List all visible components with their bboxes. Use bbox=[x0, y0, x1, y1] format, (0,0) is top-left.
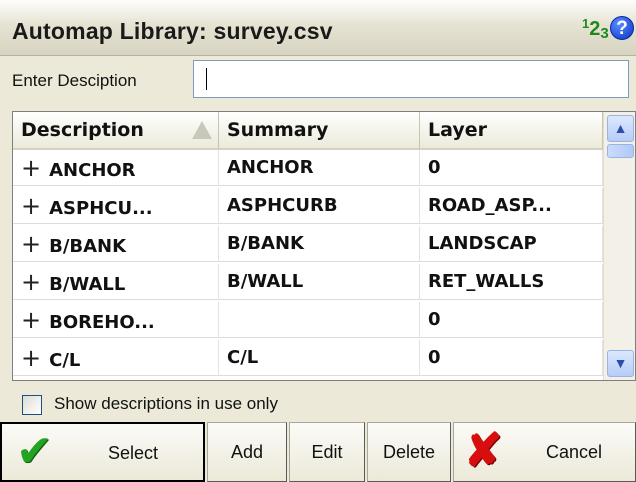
column-header-description[interactable]: Description bbox=[13, 112, 219, 150]
row-description: B/WALL bbox=[49, 274, 126, 295]
cancel-x-icon: ✘ bbox=[464, 424, 503, 476]
row-layer: 0 bbox=[420, 340, 603, 376]
row-layer: LANDSCAP bbox=[420, 226, 603, 262]
scroll-thumb[interactable] bbox=[607, 144, 634, 158]
table-row[interactable]: + BOREHO... 0 bbox=[13, 302, 603, 338]
row-layer: RET_WALLS bbox=[420, 264, 603, 300]
description-label: Enter Desciption bbox=[12, 71, 137, 90]
table-row[interactable]: + ASPHCU... ASPHCURB ROAD_ASP... bbox=[13, 188, 603, 224]
column-header-summary[interactable]: Summary bbox=[219, 112, 420, 150]
add-button[interactable]: Add bbox=[207, 422, 287, 482]
scroll-up-icon[interactable]: ▲ bbox=[607, 115, 634, 142]
expand-plus-icon[interactable]: + bbox=[21, 154, 41, 182]
row-summary: B/WALL bbox=[219, 264, 420, 300]
row-layer: 0 bbox=[420, 150, 603, 186]
row-summary: C/L bbox=[219, 340, 420, 376]
expand-plus-icon[interactable]: + bbox=[21, 268, 41, 296]
table-row[interactable]: + B/WALL B/WALL RET_WALLS bbox=[13, 264, 603, 300]
row-layer: ROAD_ASP... bbox=[420, 188, 603, 224]
title-bar: Automap Library: survey.csv 123 ? bbox=[0, 0, 636, 56]
numeric-keypad-icon[interactable]: 123 bbox=[582, 16, 609, 42]
edit-button[interactable]: Edit bbox=[289, 422, 365, 482]
help-icon[interactable]: ? bbox=[610, 16, 634, 40]
row-summary: B/BANK bbox=[219, 226, 420, 262]
row-summary: ASPHCURB bbox=[219, 188, 420, 224]
scroll-down-icon[interactable]: ▼ bbox=[607, 350, 634, 377]
window-title: Automap Library: survey.csv bbox=[12, 18, 333, 44]
expand-plus-icon[interactable]: + bbox=[21, 344, 41, 372]
table-row[interactable]: + B/BANK B/BANK LANDSCAP bbox=[13, 226, 603, 262]
row-description: C/L bbox=[49, 350, 81, 371]
row-layer: 0 bbox=[420, 302, 603, 338]
expand-plus-icon[interactable]: + bbox=[21, 192, 41, 220]
sort-ascending-icon bbox=[192, 121, 212, 139]
row-summary bbox=[219, 302, 420, 338]
checkmark-icon: ✔ bbox=[16, 427, 53, 476]
row-description: ASPHCU... bbox=[49, 198, 153, 219]
row-description: ANCHOR bbox=[49, 160, 136, 181]
row-description: B/BANK bbox=[49, 236, 127, 257]
description-input[interactable] bbox=[194, 61, 628, 97]
in-use-checkbox[interactable] bbox=[22, 395, 42, 415]
select-button[interactable]: ✔ Select bbox=[0, 422, 205, 482]
row-summary: ANCHOR bbox=[219, 150, 420, 186]
vertical-scrollbar[interactable]: ▲ ▼ bbox=[603, 112, 635, 380]
library-table: Description Summary Layer + ANCHOR ANCHOR… bbox=[12, 111, 636, 381]
table-row[interactable]: + C/L C/L 0 bbox=[13, 340, 603, 376]
row-description: BOREHO... bbox=[49, 312, 155, 333]
delete-button[interactable]: Delete bbox=[367, 422, 451, 482]
text-caret bbox=[206, 68, 207, 90]
in-use-checkbox-label: Show descriptions in use only bbox=[54, 394, 278, 413]
expand-plus-icon[interactable]: + bbox=[21, 230, 41, 258]
column-header-layer[interactable]: Layer bbox=[420, 112, 603, 150]
cancel-button[interactable]: ✘ Cancel bbox=[453, 422, 636, 482]
description-input-box[interactable] bbox=[193, 60, 629, 98]
expand-plus-icon[interactable]: + bbox=[21, 306, 41, 334]
table-row[interactable]: + ANCHOR ANCHOR 0 bbox=[13, 150, 603, 186]
